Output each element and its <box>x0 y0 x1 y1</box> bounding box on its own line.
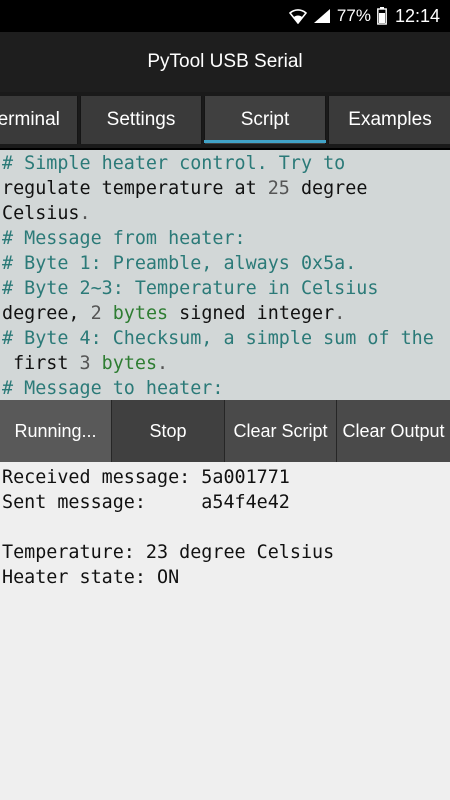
tab-bar: Terminal Settings Script Examples <box>0 92 450 148</box>
script-token: . <box>157 353 169 374</box>
script-token: 3 <box>79 353 91 374</box>
script-token: Celsius <box>2 203 80 224</box>
script-line: # Byte 2~3: Temperature in Celsius <box>2 276 450 301</box>
status-bar: 77% 12:14 <box>0 0 450 32</box>
script-token: . <box>334 303 346 324</box>
script-token: 2 <box>90 303 102 324</box>
script-line: regulate temperature at 25 degree <box>2 176 450 201</box>
tab-terminal[interactable]: Terminal <box>0 96 78 144</box>
app-bar: PyTool USB Serial <box>0 32 450 92</box>
script-line: first 3 bytes. <box>2 351 450 376</box>
signal-icon <box>313 8 331 24</box>
script-token: degree <box>289 178 368 199</box>
script-token: signed integer <box>168 303 335 324</box>
output-line: Sent message: a54f4e42 <box>2 492 290 513</box>
tab-selected-indicator <box>204 140 326 143</box>
running-button[interactable]: Running... <box>0 400 112 462</box>
battery-icon <box>377 7 387 25</box>
battery-percent: 77% <box>336 6 371 25</box>
clear-output-button[interactable]: Clear Output <box>337 400 450 462</box>
script-line: # Message from heater: <box>2 226 450 251</box>
tab-settings[interactable]: Settings <box>80 96 202 144</box>
clock: 12:14 <box>394 5 440 26</box>
script-editor[interactable]: # Simple heater control. Try to regulate … <box>0 150 450 400</box>
script-token: # Message from heater: <box>2 228 246 249</box>
tab-script[interactable]: Script <box>204 96 326 144</box>
script-token: # Simple heater control. Try to <box>2 153 346 174</box>
script-token: first <box>2 353 80 374</box>
script-token: . <box>79 203 91 224</box>
script-token <box>102 303 113 324</box>
output-line: Heater state: ON <box>2 567 180 588</box>
wifi-icon <box>288 8 307 24</box>
script-line: degree, 2 bytes signed integer. <box>2 301 450 326</box>
stop-button[interactable]: Stop <box>112 400 225 462</box>
script-line: # Simple heater control. Try to <box>2 151 450 176</box>
script-token: bytes <box>101 353 158 374</box>
script-line: Celsius. <box>2 201 450 226</box>
output-console: Received message: 5a001771 Sent message: … <box>0 462 450 800</box>
clear-script-button[interactable]: Clear Script <box>225 400 337 462</box>
script-line: # Message to heater: <box>2 376 450 400</box>
output-line: Temperature: 23 degree Celsius <box>2 542 335 563</box>
script-token <box>91 353 102 374</box>
script-token: # Byte 4: Checksum, a simple sum of the <box>2 328 434 349</box>
script-token: # Message to heater: <box>2 378 224 399</box>
control-buttons: Running... Stop Clear Script Clear Outpu… <box>0 400 450 462</box>
script-line: # Byte 4: Checksum, a simple sum of the <box>2 326 450 351</box>
script-token: 25 <box>267 178 290 199</box>
script-token: # Byte 2~3: Temperature in Celsius <box>2 278 379 299</box>
script-token: degree, <box>2 303 91 324</box>
tab-examples[interactable]: Examples <box>328 96 450 144</box>
script-token: regulate temperature at <box>2 178 268 199</box>
script-token: # Byte 1: Preamble, always 0x5a. <box>2 253 357 274</box>
script-line: # Byte 1: Preamble, always 0x5a. <box>2 251 450 276</box>
output-line: Received message: 5a001771 <box>2 467 290 488</box>
script-token: bytes <box>112 303 169 324</box>
app-title: PyTool USB Serial <box>147 51 303 72</box>
